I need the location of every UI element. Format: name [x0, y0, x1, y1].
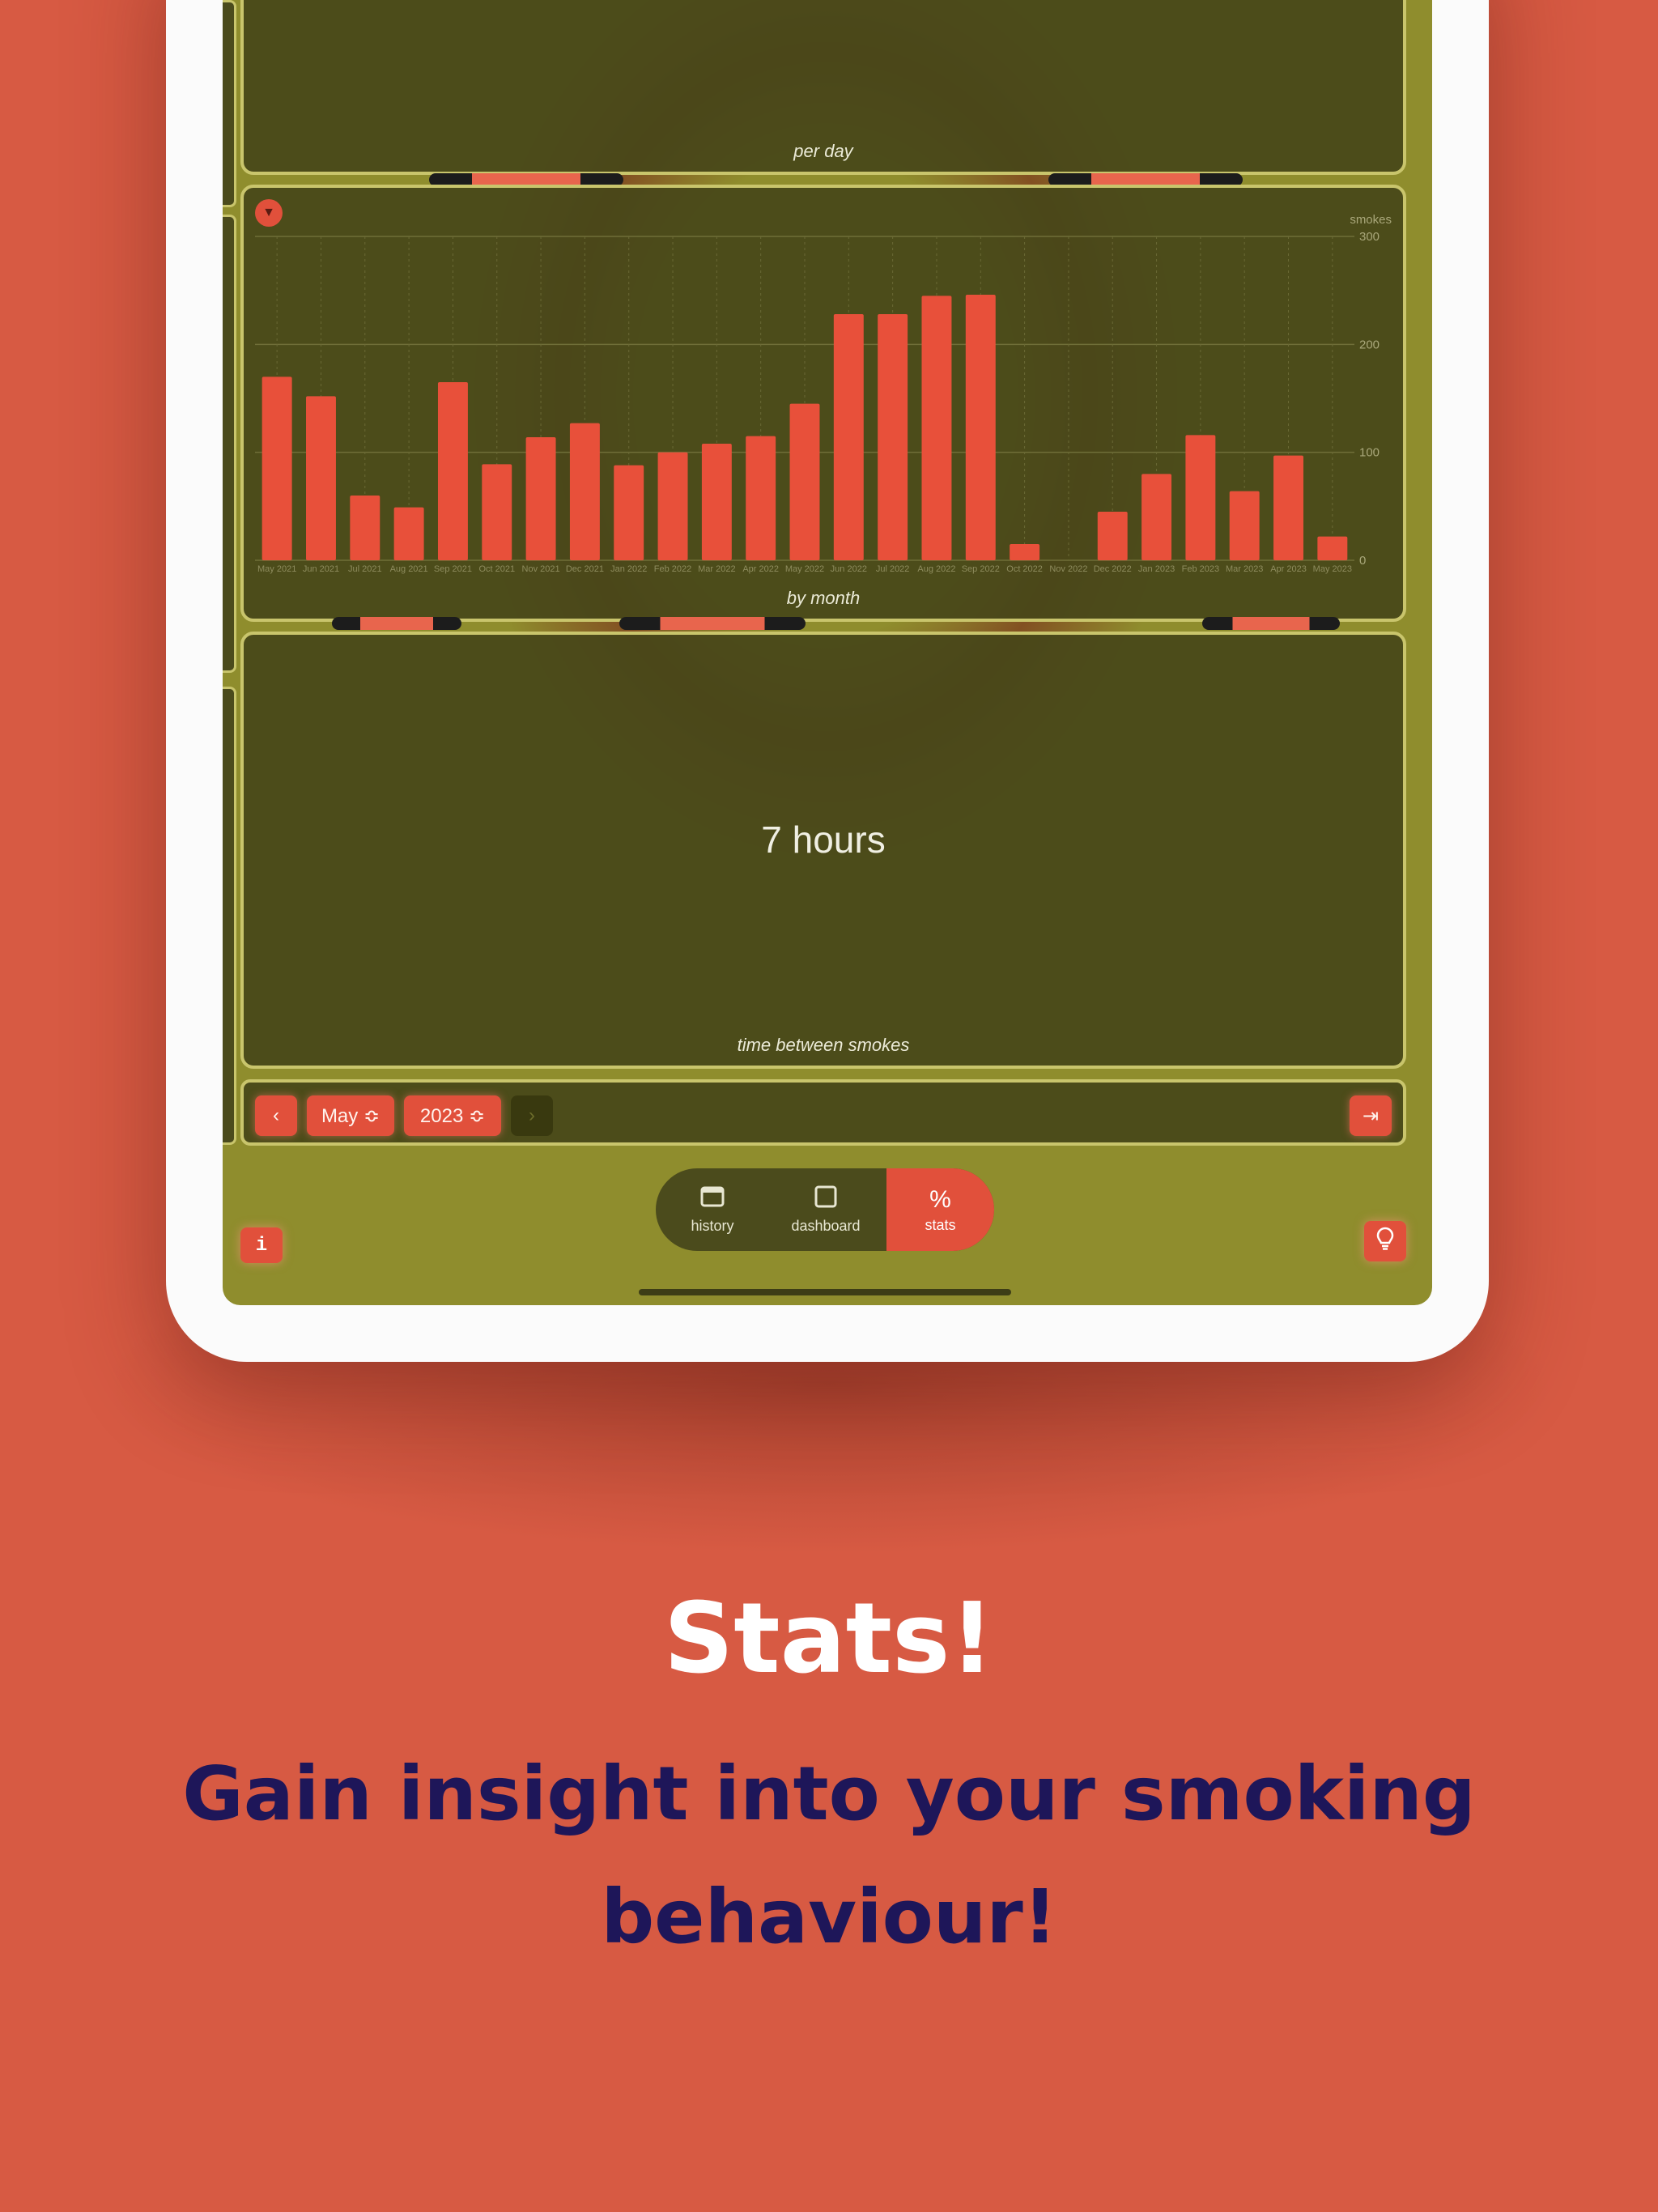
bar	[1010, 544, 1040, 560]
x-tick-label: May 2022	[785, 564, 824, 574]
x-tick-label: Dec 2021	[566, 564, 604, 574]
y-tick-label: 0	[1359, 554, 1366, 568]
per-day-panel: per day	[240, 0, 1406, 175]
bar	[306, 396, 336, 560]
bar	[1229, 491, 1260, 560]
y-tick-label: 200	[1359, 338, 1380, 351]
x-tick-label: Nov 2022	[1049, 564, 1087, 574]
x-tick-label: Mar 2022	[698, 564, 735, 574]
side-rail-middle	[223, 215, 236, 673]
per-day-caption: per day	[793, 141, 853, 161]
calendar-icon	[700, 1185, 725, 1214]
bar	[921, 296, 952, 560]
bar	[482, 464, 512, 560]
square-icon	[814, 1185, 838, 1214]
bar	[1141, 474, 1172, 560]
by-month-caption: by month	[786, 588, 861, 608]
bar	[525, 437, 556, 560]
bar	[1185, 435, 1216, 560]
x-tick-label: Sep 2022	[962, 564, 1000, 574]
tab-history-label: history	[691, 1217, 734, 1234]
x-tick-label: Aug 2022	[917, 564, 955, 574]
x-tick-label: Jul 2022	[876, 564, 910, 574]
x-tick-label: Jun 2021	[303, 564, 339, 574]
promo-subtitle-line2: behaviour!	[601, 1874, 1057, 1960]
home-indicator	[639, 1289, 1011, 1295]
x-tick-label: Apr 2023	[1270, 564, 1307, 574]
year-picker[interactable]: 2023 ≎	[404, 1095, 501, 1136]
time-between-panel: 7 hours time between smokes	[240, 632, 1406, 1069]
info-icon: i	[255, 1234, 268, 1257]
x-tick-label: Oct 2021	[478, 564, 515, 574]
tab-bar: history dashboard % stats	[656, 1168, 994, 1251]
x-tick-label: Nov 2021	[522, 564, 560, 574]
x-tick-label: May 2021	[257, 564, 296, 574]
skip-to-end-icon: ⇥	[1362, 1104, 1380, 1127]
panel-connector	[332, 617, 461, 630]
lightbulb-icon	[1376, 1227, 1394, 1257]
promo-subtitle-line1: Gain insight into your smoking	[182, 1750, 1476, 1837]
app-screen: per day ▼ 0 100 200 300 smokes May 2021 Jun 20…	[223, 0, 1432, 1305]
bar	[614, 465, 644, 560]
time-between-value: 7 hours	[761, 819, 886, 861]
chevron-left-icon: ‹	[273, 1104, 279, 1126]
bar	[833, 314, 864, 560]
bar	[350, 496, 380, 560]
side-rail-top	[223, 0, 236, 207]
bar	[746, 436, 776, 560]
time-between-caption: time between smokes	[737, 1035, 910, 1055]
bar	[1317, 536, 1348, 560]
jump-to-latest-button[interactable]: ⇥	[1350, 1095, 1392, 1136]
side-rail-bottom	[223, 687, 236, 1145]
next-month-button[interactable]: ›	[511, 1095, 553, 1136]
tab-dashboard-label: dashboard	[791, 1217, 861, 1234]
x-tick-label: Jul 2021	[348, 564, 382, 574]
x-tick-label: Jan 2022	[610, 564, 647, 574]
bar	[701, 444, 732, 560]
x-tick-label: Dec 2022	[1094, 564, 1132, 574]
x-tick-label: Sep 2021	[434, 564, 472, 574]
x-tick-label: Jan 2023	[1138, 564, 1175, 574]
bar	[965, 295, 996, 560]
bar	[657, 452, 688, 560]
tab-dashboard[interactable]: dashboard	[769, 1168, 882, 1251]
x-tick-label: Aug 2021	[390, 564, 428, 574]
bar	[437, 382, 468, 560]
bar	[1273, 455, 1303, 560]
previous-month-button[interactable]: ‹	[255, 1095, 297, 1136]
tips-button[interactable]	[1364, 1221, 1406, 1261]
promo-subtitle: Gain insight into your smoking behaviour…	[0, 1733, 1658, 1979]
info-button[interactable]: i	[240, 1227, 283, 1263]
y-tick-label: 300	[1359, 230, 1380, 244]
bar	[393, 507, 424, 560]
x-tick-label: May 2023	[1313, 564, 1352, 574]
percent-icon: %	[929, 1185, 951, 1213]
tab-history[interactable]: history	[656, 1168, 769, 1251]
bar	[789, 403, 820, 560]
y-axis-label: smokes	[1350, 213, 1392, 227]
promo-title: Stats!	[663, 1583, 995, 1695]
by-month-panel: ▼ 0 100 200 300 smokes May 2021 Jun 2021 Jul 20…	[240, 185, 1406, 622]
tab-stats[interactable]: % stats	[886, 1168, 994, 1251]
month-picker[interactable]: May ≎	[307, 1095, 394, 1136]
bar	[569, 423, 600, 560]
chevron-right-icon: ›	[529, 1104, 535, 1126]
by-month-chart: 0 100 200 300 smokes May 2021 Jun 2021 Jul 2021…	[255, 213, 1392, 574]
panel-connector	[1202, 617, 1340, 630]
tab-stats-label: stats	[925, 1216, 956, 1233]
x-tick-label: Feb 2023	[1182, 564, 1219, 574]
date-navigation-bar: ‹ May ≎ 2023 ≎ › ⇥	[240, 1079, 1406, 1146]
bar	[1097, 512, 1128, 560]
x-tick-label: Feb 2022	[654, 564, 691, 574]
bar	[261, 376, 292, 560]
x-tick-label: Mar 2023	[1226, 564, 1263, 574]
y-tick-label: 100	[1359, 446, 1380, 460]
x-tick-label: Oct 2022	[1006, 564, 1043, 574]
x-tick-label: Jun 2022	[831, 564, 867, 574]
bar	[878, 314, 908, 560]
panel-connector	[619, 617, 806, 630]
x-tick-label: Apr 2022	[742, 564, 779, 574]
